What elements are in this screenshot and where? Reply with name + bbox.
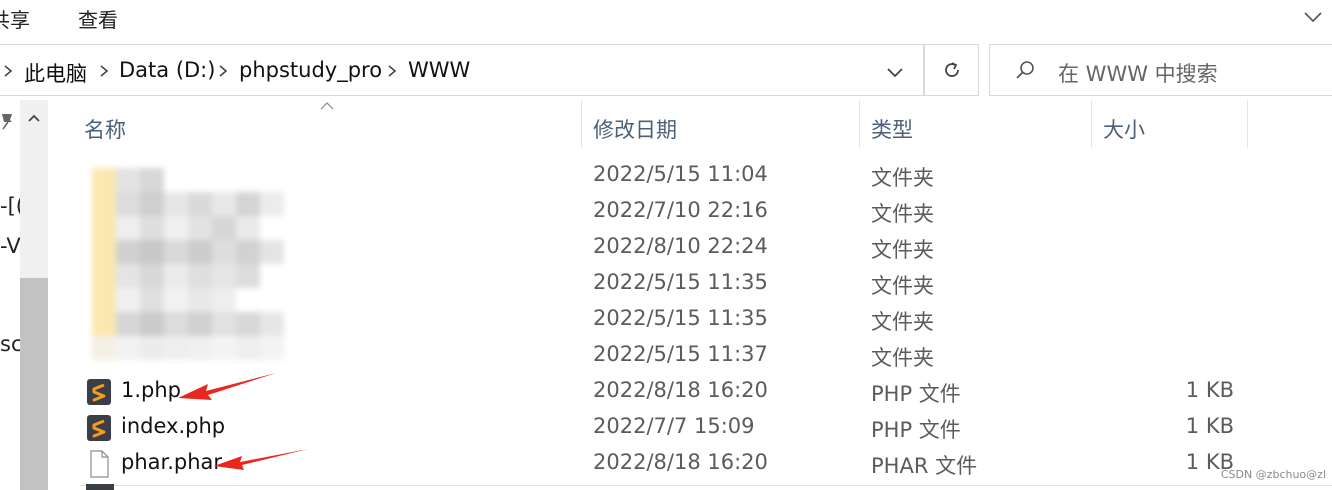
file-size: 1 KB [1185, 414, 1234, 438]
file-date: 2022/5/15 11:37 [593, 342, 768, 366]
file-type: PHAR 文件 [871, 454, 978, 478]
navigation-pane: -[( -V sc [0, 100, 50, 490]
file-date: 2022/5/15 11:35 [593, 306, 768, 330]
search-input[interactable]: 在 WWW 中搜索 [989, 44, 1332, 96]
nav-item[interactable]: -V [0, 234, 20, 258]
file-type: 文件夹 [871, 238, 934, 262]
search-placeholder: 在 WWW 中搜索 [1058, 62, 1218, 86]
file-date: 2022/8/18 16:20 [593, 450, 768, 474]
redacted-folder-names [56, 140, 316, 362]
file-type: 文件夹 [871, 274, 934, 298]
sublime-php-icon [87, 415, 111, 441]
file-date: 2022/8/18 16:20 [593, 378, 768, 402]
file-name: 1.php [121, 378, 182, 402]
breadcrumb-data-drive[interactable]: Data (D:) [119, 58, 215, 82]
column-divider[interactable] [1091, 100, 1092, 148]
chevron-down-icon[interactable] [884, 61, 906, 83]
file-type: 文件夹 [871, 166, 934, 190]
refresh-button[interactable] [924, 44, 979, 96]
chevron-right-icon[interactable] [98, 64, 110, 78]
file-type: 文件夹 [871, 310, 934, 334]
chevron-right-icon [4, 65, 13, 77]
tab-view[interactable]: 查看 [78, 4, 118, 33]
ribbon: 共享 查看 [0, 0, 1332, 41]
file-date: 2022/8/10 22:24 [593, 234, 768, 258]
blank-file-icon [90, 450, 109, 478]
nav-item[interactable]: sc [0, 332, 20, 356]
breadcrumb-this-pc[interactable]: 此电脑 [24, 58, 87, 88]
address-bar[interactable]: 此电脑 Data (D:) phpstudy_pro WWW [0, 44, 924, 96]
list-item[interactable]: index.php 2022/7/7 15:09 PHP 文件 1 KB [50, 410, 1332, 446]
search-icon [1016, 61, 1034, 79]
annotation-arrow-icon [214, 449, 308, 470]
annotation-arrow-icon [178, 373, 276, 400]
file-type: PHP 文件 [871, 382, 961, 406]
file-icon [86, 484, 114, 490]
column-divider[interactable] [581, 100, 582, 148]
file-name: index.php [121, 414, 226, 438]
column-header-size[interactable]: 大小 [1103, 114, 1145, 144]
tab-share[interactable]: 共享 [0, 4, 30, 33]
file-type: PHP 文件 [871, 418, 961, 442]
file-date: 2022/7/7 15:09 [593, 414, 755, 438]
column-divider[interactable] [1247, 100, 1248, 148]
file-name: phar.phar [121, 450, 223, 474]
column-divider[interactable] [859, 100, 860, 148]
column-header-type[interactable]: 类型 [871, 114, 913, 144]
file-date: 2022/5/15 11:35 [593, 270, 768, 294]
nav-scrollbar-thumb[interactable] [20, 278, 48, 490]
refresh-icon [945, 62, 959, 77]
nav-item[interactable]: -[( [0, 194, 20, 218]
file-date: 2022/7/10 22:16 [593, 198, 768, 222]
chevron-down-icon[interactable] [1302, 6, 1324, 28]
chevron-right-icon[interactable] [217, 64, 229, 78]
breadcrumb-phpstudy-pro[interactable]: phpstudy_pro [239, 58, 382, 82]
address-row: 此电脑 Data (D:) phpstudy_pro WWW 在 WWW 中搜索 [0, 40, 1332, 100]
sublime-php-icon [87, 379, 111, 405]
file-type: 文件夹 [871, 202, 934, 226]
pin-icon[interactable] [0, 112, 16, 130]
file-date: 2022/5/15 11:04 [593, 162, 768, 186]
chevron-right-icon[interactable] [386, 64, 398, 78]
column-header-date[interactable]: 修改日期 [593, 114, 677, 144]
breadcrumb-www[interactable]: WWW [408, 58, 470, 82]
selection-line [80, 485, 1332, 486]
watermark: CSDN @zbchuo@zl [1220, 468, 1326, 481]
file-size: 1 KB [1185, 378, 1234, 402]
file-type: 文件夹 [871, 346, 934, 370]
scroll-up-icon[interactable] [26, 112, 42, 124]
